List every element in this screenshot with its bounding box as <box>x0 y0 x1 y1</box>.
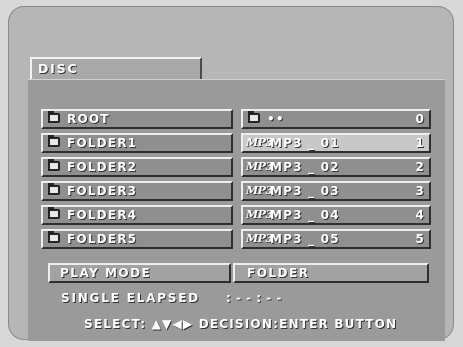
folder-icon <box>48 135 60 147</box>
single-elapsed-label: SINGLE ELAPSED <box>61 291 200 305</box>
folder-item-root[interactable]: ROOT <box>41 109 233 129</box>
file-item-mp3-03[interactable]: MP3 MP3 _ 03 3 <box>241 181 431 201</box>
play-mode-selector[interactable]: FOLDER <box>233 263 429 283</box>
file-item-mp3-04[interactable]: MP3 MP3 _ 04 4 <box>241 205 431 225</box>
single-elapsed-value: : - - : - - <box>226 291 282 305</box>
mp3-icon: MP3 <box>246 160 273 173</box>
folder-icon <box>248 111 260 123</box>
folder-item-folder2[interactable]: FOLDER2 <box>41 157 233 177</box>
mp3-icon: MP3 <box>246 184 273 197</box>
file-item-mp3-05[interactable]: MP3 MP3 _ 05 5 <box>241 229 431 249</box>
mp3-icon: MP3 <box>246 232 273 245</box>
navigation-hint: SELECT: ▲▼◀▶ DECISION:ENTER BUTTON <box>84 317 398 331</box>
file-item-parent[interactable]: •• 0 <box>241 109 431 129</box>
folder-item-folder1[interactable]: FOLDER1 <box>41 133 233 153</box>
play-mode-label-box: PLAY MODE <box>48 263 231 283</box>
mp3-icon: MP3 <box>246 136 273 149</box>
play-mode-label: PLAY MODE <box>60 266 152 280</box>
folder-icon <box>48 231 60 243</box>
folder-item-folder4[interactable]: FOLDER4 <box>41 205 233 225</box>
disc-information-tab[interactable]: DISC INFORMATION <box>30 57 202 91</box>
folder-icon <box>48 207 60 219</box>
mp3-icon: MP3 <box>246 208 273 221</box>
folder-item-folder3[interactable]: FOLDER3 <box>41 181 233 201</box>
folder-icon <box>48 159 60 171</box>
folder-icon <box>48 183 60 195</box>
play-mode-value: FOLDER <box>247 266 310 280</box>
folder-icon <box>48 111 60 123</box>
file-item-mp3-02[interactable]: MP3 MP3 _ 02 2 <box>241 157 431 177</box>
file-item-mp3-01[interactable]: MP3 MP3 _ 01 1 <box>241 133 431 153</box>
folder-item-folder5[interactable]: FOLDER5 <box>41 229 233 249</box>
